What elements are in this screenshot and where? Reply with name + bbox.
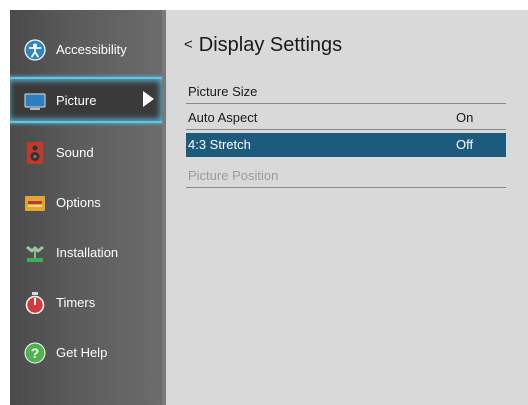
sidebar-item-picture[interactable]: Picture [10, 77, 164, 123]
sidebar-item-label: Accessibility [56, 42, 127, 57]
setting-label: Picture Position [188, 168, 279, 183]
sidebar-item-label: Options [56, 195, 101, 210]
setting-row-4-3-stretch[interactable]: 4:3 Stretch Off [186, 133, 506, 157]
sidebar: Accessibility Picture Sound Options Inst… [10, 10, 164, 405]
help-icon: ? [24, 342, 46, 364]
sidebar-item-label: Installation [56, 245, 119, 260]
chevron-right-icon [143, 91, 154, 107]
sidebar-item-timers[interactable]: Timers [10, 283, 162, 323]
back-icon[interactable]: < [184, 36, 193, 53]
setting-label: Auto Aspect [188, 110, 258, 125]
svg-text:?: ? [31, 345, 40, 361]
sidebar-item-accessibility[interactable]: Accessibility [10, 30, 162, 70]
page-title: < Display Settings [184, 34, 342, 57]
sidebar-item-options[interactable]: Options [10, 183, 162, 223]
speaker-icon [27, 142, 43, 164]
setting-row-auto-aspect[interactable]: Auto Aspect On [186, 106, 506, 130]
sidebar-item-installation[interactable]: Installation [10, 233, 162, 273]
tv-menu: Accessibility Picture Sound Options Inst… [10, 10, 528, 405]
setting-row-picture-size[interactable]: Picture Size [186, 80, 506, 104]
sidebar-item-sound[interactable]: Sound [10, 133, 162, 173]
timer-icon [25, 292, 45, 314]
setting-row-picture-position: Picture Position [186, 164, 506, 188]
picture-icon [24, 93, 46, 110]
setting-value: Off [456, 137, 474, 152]
page-title-text: Display Settings [198, 34, 343, 56]
accessibility-icon [24, 39, 46, 61]
setting-label: 4:3 Stretch [188, 137, 251, 152]
sidebar-item-label: Picture [56, 93, 97, 108]
sidebar-item-label: Timers [56, 295, 96, 310]
display-settings-panel: < Display Settings Picture Size Auto Aspe… [166, 10, 528, 405]
setting-label: Picture Size [188, 84, 258, 99]
options-icon [25, 196, 45, 211]
sidebar-item-label: Sound [56, 145, 94, 160]
sidebar-item-get-help[interactable]: ? Get Help [10, 333, 162, 373]
antenna-icon [26, 245, 44, 262]
sidebar-item-label: Get Help [56, 345, 108, 360]
setting-value: On [456, 110, 474, 125]
